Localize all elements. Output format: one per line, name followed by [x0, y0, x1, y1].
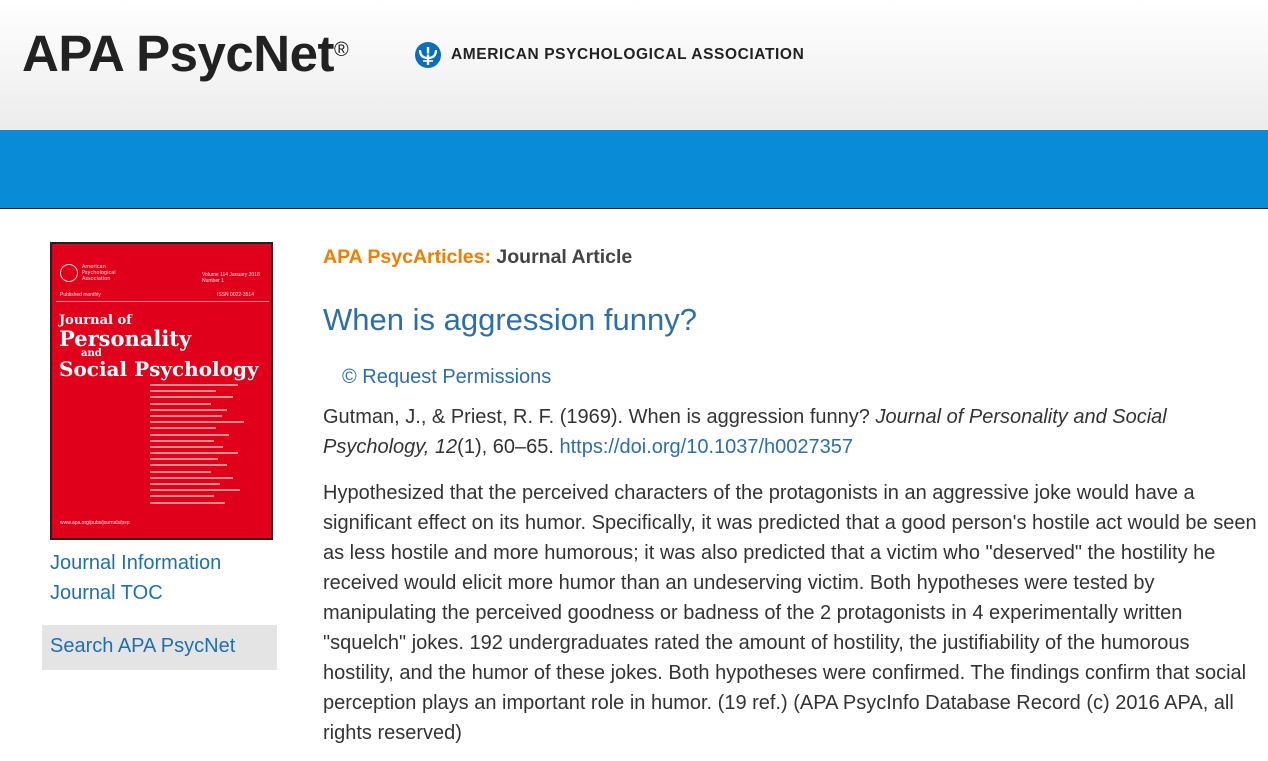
- cover-volume: Volume 114 January 2018 Number 1: [202, 272, 260, 284]
- psycnet-logo[interactable]: APA PsycNet®: [22, 24, 349, 84]
- cover-masthead-lines: [150, 384, 260, 508]
- cover-divider: [56, 301, 269, 302]
- apa-psi-icon: [415, 42, 441, 68]
- cover-url: www.apa.org/pubs/journals/psp: [60, 520, 130, 526]
- cover-published: Published monthly: [60, 292, 101, 298]
- journal-cover-image[interactable]: American Psychological Association Volum…: [50, 242, 273, 540]
- journal-toc-link[interactable]: Journal TOC: [50, 582, 163, 605]
- site-header: APA PsycNet® AMERICAN PSYCHOLOGICAL ASSO…: [0, 0, 1268, 130]
- cover-org: American Psychological Association: [60, 264, 122, 282]
- cover-issn: ISSN 0022-3514: [217, 292, 254, 298]
- article-source: APA PsycArticles: Journal Article: [323, 246, 632, 269]
- apa-brand-text: AMERICAN PSYCHOLOGICAL ASSOCIATION: [451, 46, 805, 63]
- cover-title-line2: Personality: [59, 326, 192, 351]
- cover-org-icon: [60, 264, 78, 282]
- request-permissions-link[interactable]: © Request Permissions: [342, 366, 551, 389]
- journal-information-link[interactable]: Journal Information: [50, 552, 221, 575]
- search-psycnet-button[interactable]: Search APA PsycNet: [42, 625, 277, 670]
- article-title: When is aggression funny?: [323, 302, 697, 337]
- article-type: Journal Article: [496, 246, 633, 268]
- citation-issue-pages: (1), 60–65.: [457, 436, 560, 458]
- source-label: APA PsycArticles:: [323, 246, 491, 268]
- cover-title: Journal of Personality and Social Psycho…: [59, 314, 259, 381]
- doi-link[interactable]: https://doi.org/10.1037/h0027357: [559, 436, 853, 458]
- apa-brand[interactable]: AMERICAN PSYCHOLOGICAL ASSOCIATION: [414, 40, 804, 70]
- cover-title-line4: Social Psychology: [59, 357, 259, 381]
- citation-authors: Gutman, J., & Priest, R. F. (1969). When…: [323, 406, 876, 428]
- cover-org-text: American Psychological Association: [82, 264, 116, 282]
- citation: Gutman, J., & Priest, R. F. (1969). When…: [323, 402, 1258, 462]
- nav-bar: [0, 130, 1268, 209]
- abstract: Hypothesized that the perceived characte…: [323, 482, 1257, 744]
